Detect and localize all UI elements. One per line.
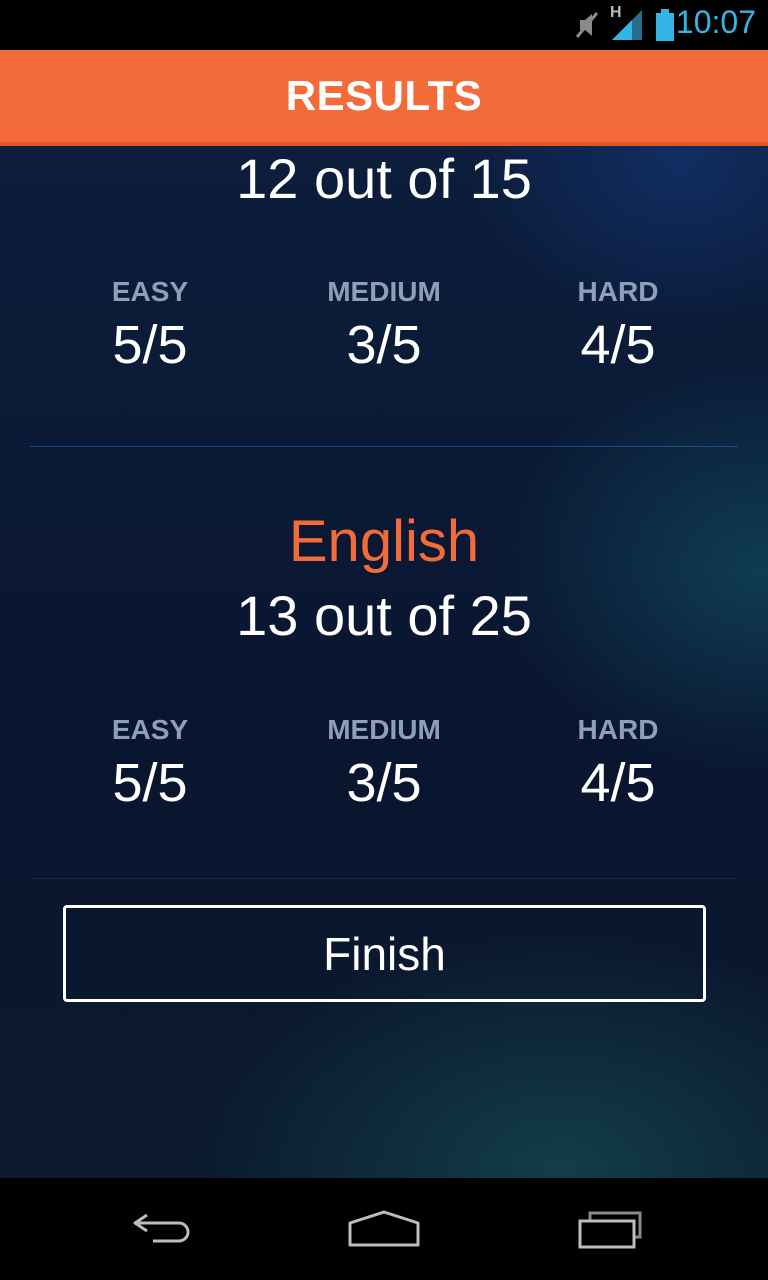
navigation-bar bbox=[0, 1178, 768, 1280]
home-button[interactable] bbox=[334, 1204, 434, 1254]
score-summary: 13 out of 25 bbox=[236, 584, 532, 647]
medium-label: MEDIUM bbox=[327, 276, 441, 307]
status-time: 10:07 bbox=[675, 4, 756, 40]
medium-label: MEDIUM bbox=[327, 714, 441, 745]
easy-label: EASY bbox=[111, 276, 189, 307]
signal-icon: H bbox=[610, 4, 644, 40]
status-icons: H bbox=[574, 4, 676, 42]
hard-value: 4/5 bbox=[580, 753, 656, 813]
section-divider bbox=[30, 878, 738, 879]
home-icon bbox=[348, 1210, 420, 1247]
back-icon bbox=[133, 1213, 190, 1243]
hard-value: 4/5 bbox=[580, 315, 656, 375]
medium-value: 3/5 bbox=[346, 753, 422, 813]
medium-stat: MEDIUM 3/5 bbox=[264, 714, 504, 814]
score-summary: 12 out of 15 bbox=[236, 147, 532, 210]
subject-title: English bbox=[288, 509, 480, 574]
section-divider bbox=[30, 446, 738, 447]
hard-label: HARD bbox=[577, 276, 659, 307]
easy-label: EASY bbox=[111, 714, 189, 745]
battery-icon bbox=[654, 9, 676, 41]
app-bar: RESULTS bbox=[0, 50, 768, 146]
hard-stat: HARD 4/5 bbox=[498, 714, 738, 814]
status-bar: H 10:07 bbox=[0, 0, 768, 50]
results-screen[interactable]: 12 out of 15 EASY 5/5 MEDIUM 3/5 HARD 4/… bbox=[0, 50, 768, 1178]
medium-stat: MEDIUM 3/5 bbox=[264, 276, 504, 376]
easy-stat: EASY 5/5 bbox=[30, 714, 270, 814]
easy-value: 5/5 bbox=[112, 753, 188, 813]
hard-label: HARD bbox=[577, 714, 659, 745]
page-title: RESULTS bbox=[285, 72, 483, 119]
recent-apps-icon bbox=[578, 1211, 642, 1249]
easy-stat: EASY 5/5 bbox=[30, 276, 270, 376]
medium-value: 3/5 bbox=[346, 315, 422, 375]
easy-value: 5/5 bbox=[112, 315, 188, 375]
recent-apps-button[interactable] bbox=[560, 1204, 660, 1254]
hard-stat: HARD 4/5 bbox=[498, 276, 738, 376]
finish-button[interactable]: Finish bbox=[63, 905, 706, 1002]
back-button[interactable] bbox=[110, 1204, 210, 1254]
network-type-label: H bbox=[610, 4, 622, 21]
muted-icon bbox=[574, 10, 600, 40]
